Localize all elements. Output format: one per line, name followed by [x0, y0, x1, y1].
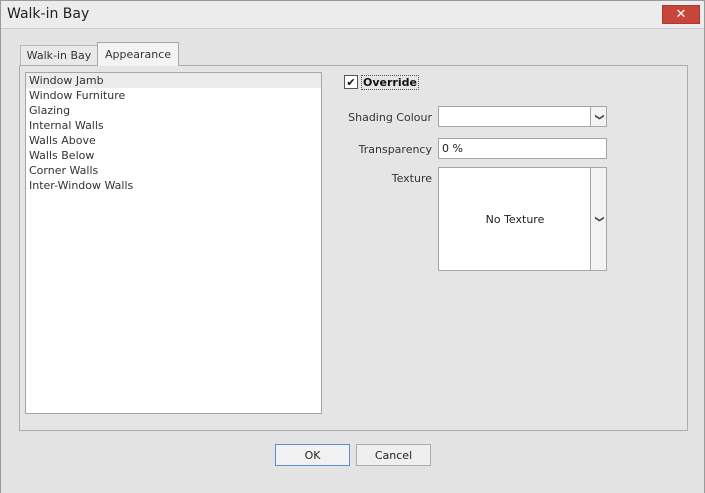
- list-item-internal-walls[interactable]: Internal Walls: [26, 118, 321, 133]
- tab-appearance[interactable]: Appearance: [97, 42, 179, 66]
- shading-colour-dropdown[interactable]: ❯: [438, 106, 607, 127]
- dialog-window: Walk-in Bay ✕ Walk-in Bay Appearance Win…: [0, 0, 705, 493]
- close-icon: ✕: [675, 7, 687, 22]
- title-bar: Walk-in Bay ✕: [1, 1, 704, 28]
- cancel-button[interactable]: Cancel: [356, 444, 431, 466]
- dialog-content: Walk-in Bay Appearance Window Jamb Windo…: [1, 28, 704, 493]
- list-item-corner-walls[interactable]: Corner Walls: [26, 163, 321, 178]
- list-item-window-jamb[interactable]: Window Jamb: [26, 73, 321, 88]
- override-checkbox[interactable]: ✔ Override: [344, 74, 419, 90]
- override-label: Override: [361, 74, 419, 90]
- appearance-panel: Window Jamb Window Furniture Glazing Int…: [19, 65, 688, 431]
- chevron-down-icon: ❯: [593, 112, 604, 121]
- list-item-inter-window-walls[interactable]: Inter-Window Walls: [26, 178, 321, 193]
- tab-walk-in-bay[interactable]: Walk-in Bay: [20, 45, 98, 65]
- list-item-window-furniture[interactable]: Window Furniture: [26, 88, 321, 103]
- element-list[interactable]: Window Jamb Window Furniture Glazing Int…: [25, 72, 322, 414]
- transparency-label: Transparency: [358, 143, 432, 156]
- list-item-walls-below[interactable]: Walls Below: [26, 148, 321, 163]
- list-item-glazing[interactable]: Glazing: [26, 103, 321, 118]
- checkbox-box[interactable]: ✔: [344, 75, 358, 89]
- texture-label: Texture: [391, 172, 432, 185]
- checkmark-icon: ✔: [346, 75, 356, 89]
- transparency-input[interactable]: 0 %: [438, 138, 607, 159]
- texture-value: No Texture: [485, 213, 545, 226]
- close-button[interactable]: ✕: [662, 5, 700, 24]
- shading-colour-dropdown-button[interactable]: ❯: [590, 107, 606, 126]
- list-item-walls-above[interactable]: Walls Above: [26, 133, 321, 148]
- ok-button[interactable]: OK: [275, 444, 350, 466]
- texture-selector[interactable]: No Texture ❯: [438, 167, 607, 271]
- chevron-down-icon: ❯: [593, 215, 604, 223]
- shading-colour-label: Shading Colour: [348, 111, 432, 124]
- texture-dropdown-button[interactable]: ❯: [590, 168, 606, 270]
- transparency-value: 0 %: [442, 142, 463, 155]
- window-title: Walk-in Bay: [7, 6, 90, 22]
